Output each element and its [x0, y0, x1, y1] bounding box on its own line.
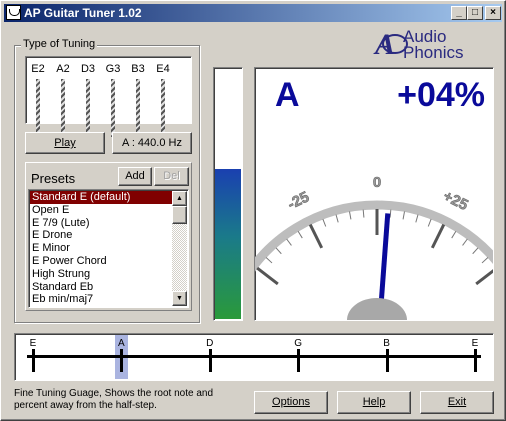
level-meter: [213, 67, 243, 321]
gauge-minor-tick: [275, 247, 282, 255]
reference-frequency-button[interactable]: A : 440.0 Hz: [112, 132, 192, 154]
gauge-minor-tick: [286, 238, 292, 246]
window-title: AP Guitar Tuner 1.02: [24, 6, 142, 20]
audiophonics-logo: A Audio Phonics: [373, 27, 493, 62]
string-label: D3: [80, 63, 96, 75]
exit-button-label: Exit: [447, 396, 467, 408]
preset-scrollbar[interactable]: ▲ ▼: [172, 191, 187, 306]
gauge-minor-tick: [451, 230, 457, 239]
string-label: A2: [56, 63, 70, 75]
tuner-gauge: -50-250+25+50: [255, 174, 493, 320]
title-bar[interactable]: AP Guitar Tuner 1.02 _ □ ×: [4, 4, 502, 22]
delete-preset-label: Del: [163, 170, 180, 182]
guitar-string[interactable]: [136, 79, 140, 137]
minimize-button[interactable]: _: [451, 6, 467, 20]
preset-list: Standard E (default) Open EE 7/9 (Lute) E …: [30, 191, 173, 306]
ruler-line: [27, 355, 481, 358]
ruler-note-label: G: [294, 338, 303, 349]
options-button[interactable]: Options: [254, 391, 328, 414]
fine-tuning-ruler: EADGBE: [14, 333, 494, 381]
gauge-minor-tick: [472, 247, 479, 255]
gauge-minor-tick: [322, 218, 327, 227]
options-button-label: Options: [272, 396, 310, 408]
guitar-string[interactable]: [36, 79, 40, 137]
gauge-minor-tick: [481, 257, 489, 264]
guitar-string[interactable]: [161, 79, 165, 137]
preset-item[interactable]: Standard E (default): [30, 191, 173, 204]
tuner-meter-panel: A +04% -50-250+25+50: [254, 67, 494, 321]
gauge-minor-tick: [415, 214, 419, 223]
preset-item[interactable]: Open E: [30, 204, 173, 217]
preset-item[interactable]: E Power Chord: [30, 255, 173, 268]
ruler-note-label: D: [206, 338, 214, 349]
preset-item[interactable]: E Minor: [30, 242, 173, 255]
gauge-major-tick: [256, 266, 279, 286]
gauge-scale-label: -25: [285, 188, 312, 213]
ruler-tick: [32, 349, 35, 372]
gauge-minor-tick: [362, 209, 365, 218]
guitar-string[interactable]: [86, 79, 90, 137]
scroll-thumb[interactable]: [172, 206, 187, 224]
ruler-tick: [208, 349, 212, 372]
play-button-label: Play: [54, 137, 76, 149]
strings-panel: E2 A2 D3 G3 B3 E4: [25, 56, 192, 137]
gauge-minor-tick: [427, 218, 432, 227]
tuning-group-label: Type of Tuning: [21, 38, 98, 50]
presets-listbox[interactable]: Standard E (default) Open EE 7/9 (Lute) E …: [28, 189, 189, 308]
status-text: Fine Tuning Guage, Shows the root note a…: [14, 388, 214, 411]
delete-preset-button[interactable]: Del: [154, 167, 189, 186]
ruler-tick: [385, 349, 389, 372]
play-button[interactable]: Play: [25, 132, 105, 154]
ruler-note-label: A: [118, 338, 125, 349]
gauge-scale-label: 0: [373, 174, 381, 191]
help-button[interactable]: Help: [337, 391, 411, 414]
gauge-minor-tick: [348, 211, 352, 220]
maximize-button[interactable]: □: [467, 6, 483, 20]
ruler-note-label: E: [471, 338, 479, 349]
ruler-note-label: E: [29, 338, 37, 349]
logo-text-phonics: Phonics: [403, 43, 464, 62]
ruler-tick: [120, 349, 124, 372]
preset-item[interactable]: E Drone: [30, 229, 173, 242]
close-button[interactable]: ×: [485, 6, 501, 20]
gauge-major-tick: [475, 269, 493, 286]
gauge-minor-tick: [462, 238, 468, 246]
preset-item[interactable]: E 7/9 (Lute): [30, 217, 173, 230]
gauge-minor-tick: [265, 257, 273, 264]
gauge-minor-tick: [335, 214, 339, 223]
exit-button[interactable]: Exit: [420, 391, 494, 414]
app-icon[interactable]: [6, 5, 21, 20]
preset-item[interactable]: Eb min/maj7: [30, 293, 173, 306]
gauge-major-tick: [308, 223, 324, 249]
string-label: E4: [156, 63, 170, 75]
gauge-scale-label: +25: [440, 188, 470, 215]
gauge-minor-tick: [402, 211, 406, 220]
string-label: G3: [105, 63, 121, 75]
add-preset-label: Add: [125, 170, 145, 182]
level-meter-fill: [215, 169, 241, 319]
ruler-tick: [297, 349, 301, 372]
guitar-string[interactable]: [111, 79, 115, 137]
gauge-major-tick: [430, 223, 446, 249]
string-label: B3: [131, 63, 145, 75]
gauge-minor-tick: [297, 230, 303, 239]
gauge-arc: [255, 200, 493, 272]
ruler-tick: [474, 349, 477, 372]
preset-item[interactable]: Standard Eb: [30, 281, 173, 294]
preset-item[interactable]: High Strung: [30, 268, 173, 281]
add-preset-button[interactable]: Add: [118, 167, 152, 186]
scroll-down-button[interactable]: ▼: [172, 291, 187, 306]
reference-frequency-label: A : 440.0 Hz: [122, 137, 182, 149]
help-button-label: Help: [362, 396, 386, 408]
string-label: E2: [31, 63, 45, 75]
ruler-note-label: B: [383, 338, 390, 349]
scroll-up-button[interactable]: ▲: [172, 191, 187, 206]
app-window: AP Guitar Tuner 1.02 _ □ × A Audio Phoni…: [0, 0, 506, 421]
needle-pivot: [347, 298, 407, 320]
presets-label: Presets: [31, 171, 76, 186]
guitar-string[interactable]: [61, 79, 65, 137]
